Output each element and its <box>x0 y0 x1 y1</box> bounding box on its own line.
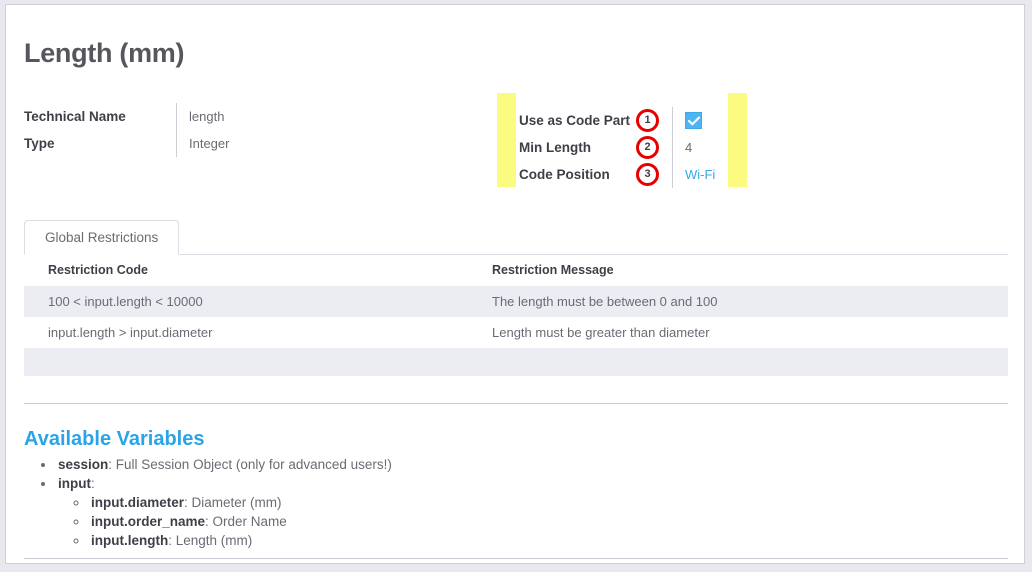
tab-strip: Global Restrictions <box>24 220 1008 255</box>
list-item: input.length: Length (mm) <box>89 531 392 550</box>
cell-restriction-message: Length must be greater than diameter <box>492 325 710 340</box>
highlight-bar-left <box>497 93 516 187</box>
available-variables-sublist: input.diameter: Diameter (mm) input.orde… <box>58 493 392 550</box>
list-item: input.diameter: Diameter (mm) <box>89 493 392 512</box>
column-divider <box>672 107 673 134</box>
detail-row-code-position: Code Position 3 Wi-Fi <box>519 161 715 188</box>
tab-global-restrictions[interactable]: Global Restrictions <box>24 220 180 255</box>
variable-key: session <box>58 457 109 472</box>
check-icon <box>687 116 700 125</box>
page-card: Length (mm) Technical Name length Type I… <box>5 4 1025 564</box>
detail-row-use-as-code-part: Use as Code Part 1 <box>519 107 715 134</box>
section-divider-top <box>24 403 1008 404</box>
badge-number: 3 <box>636 163 659 186</box>
variable-key: input.diameter <box>91 495 185 510</box>
table-row[interactable]: 100 < input.length < 10000 The length mu… <box>24 286 1008 317</box>
code-position-value[interactable]: Wi-Fi <box>673 167 715 182</box>
code-part-details-list: Use as Code Part 1 Min Length 2 4 Code P… <box>519 107 715 188</box>
cell-restriction-code: input.length > input.diameter <box>48 325 213 340</box>
annotation-badge-2: 2 <box>636 136 672 159</box>
use-as-code-part-checkbox[interactable] <box>685 112 702 129</box>
detail-label: Min Length <box>519 140 591 155</box>
section-divider-bottom <box>24 558 1008 559</box>
list-item: input: input.diameter: Diameter (mm) inp… <box>56 474 392 550</box>
restrictions-table: Restriction Code Restriction Message 100… <box>24 255 1008 376</box>
detail-row-technical-name: Technical Name length <box>24 103 229 130</box>
min-length-value: 4 <box>685 140 693 155</box>
highlight-bar-right <box>728 93 747 187</box>
badge-number: 2 <box>636 136 659 159</box>
variable-key: input.length <box>91 533 169 548</box>
variable-desc: : Order Name <box>205 514 287 529</box>
available-variables-list: session: Full Session Object (only for a… <box>24 455 392 550</box>
variable-key: input <box>58 476 91 491</box>
cell-restriction-message: The length must be between 0 and 100 <box>468 286 1008 317</box>
cell-restriction-code: 100 < input.length < 10000 <box>24 286 468 317</box>
table-row[interactable]: input.length > input.diameter Length mus… <box>24 317 1008 348</box>
cell-restriction-code <box>24 348 468 376</box>
detail-row-type: Type Integer <box>24 130 229 157</box>
detail-value: Integer <box>189 136 230 151</box>
detail-label: Use as Code Part <box>519 113 631 128</box>
column-header-restriction-message: Restriction Message <box>468 255 1008 286</box>
variable-key: input.order_name <box>91 514 206 529</box>
table-header-row: Restriction Code Restriction Message <box>24 255 1008 286</box>
cell-restriction-message <box>468 348 1008 376</box>
available-variables-heading: Available Variables <box>24 428 205 450</box>
variable-desc: : Length (mm) <box>168 533 253 548</box>
variable-desc: : Full Session Object (only for advanced… <box>108 457 392 472</box>
column-header-restriction-code: Restriction Code <box>24 255 468 286</box>
page-title: Length (mm) <box>24 38 185 68</box>
annotation-badge-1: 1 <box>636 109 672 132</box>
detail-value: length <box>189 109 225 124</box>
detail-label: Code Position <box>519 167 610 182</box>
technical-details-list: Technical Name length Type Integer <box>24 103 229 157</box>
badge-number: 1 <box>636 109 659 132</box>
variable-desc: : Diameter (mm) <box>184 495 282 510</box>
detail-label: Type <box>24 136 55 151</box>
list-item: session: Full Session Object (only for a… <box>56 455 392 474</box>
variable-desc: : <box>91 476 95 491</box>
table-row-empty[interactable] <box>24 348 1008 376</box>
detail-row-min-length: Min Length 2 4 <box>519 134 715 161</box>
detail-label: Technical Name <box>24 109 126 124</box>
annotation-badge-3: 3 <box>636 163 672 186</box>
list-item: input.order_name: Order Name <box>89 512 392 531</box>
